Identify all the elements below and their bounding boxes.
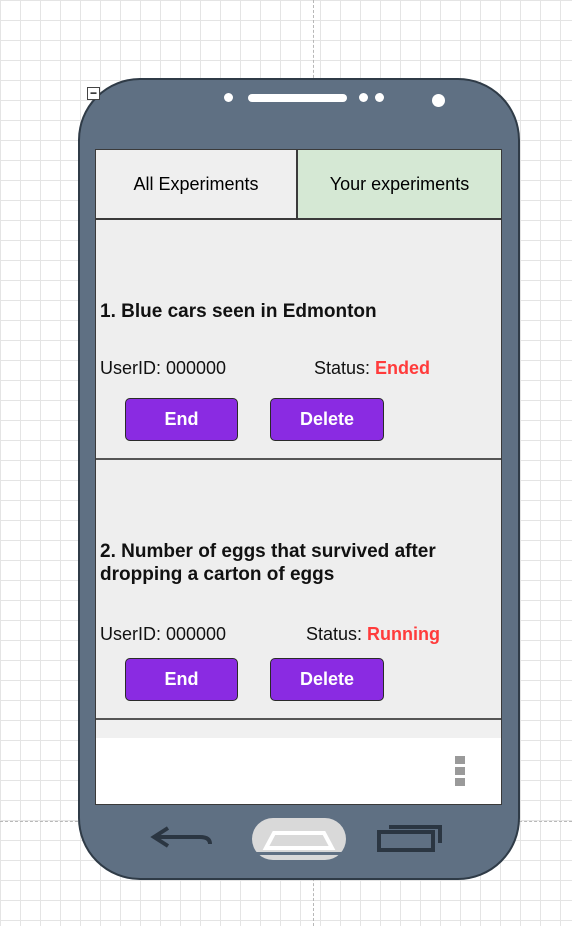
experiment-user-id: UserID: 000000 [100,358,227,378]
experiment-card: 2. Number of eggs that survived after dr… [96,460,501,720]
minus-icon[interactable]: − [87,87,100,100]
vertical-dots-icon[interactable] [455,756,465,790]
delete-button[interactable]: Delete [270,398,384,441]
experiment-status: Status: Running [306,624,440,645]
experiment-title: 2. Number of eggs that survived after dr… [100,541,436,585]
experiment-card: 1. Blue cars seen in Edmonton UserID: 00… [96,220,501,460]
bottom-action-bar [96,738,501,804]
experiment-status: Status: Ended [314,358,430,379]
experiment-user-id: UserID: 000000 [100,624,227,644]
status-label: Status: [306,624,363,644]
status-value: Ended [375,358,431,378]
home-icon [256,831,342,855]
experiment-title: 1. Blue cars seen in Edmonton [100,301,377,322]
sensor-dot-icon [359,93,368,102]
delete-button[interactable]: Delete [270,658,384,701]
status-label: Status: [314,358,371,378]
status-value: Running [367,624,441,644]
recent-apps-icon[interactable] [377,824,443,852]
home-button[interactable] [252,818,346,860]
back-arrow-icon[interactable] [150,826,212,848]
tab-all-experiments[interactable]: All Experiments [96,150,298,220]
sensor-dot-icon [224,93,233,102]
speaker-icon [248,94,347,102]
list-end-spacer [96,720,501,738]
tab-bar: All Experiments Your experiments [96,150,501,220]
end-button[interactable]: End [125,398,238,441]
phone-screen: All Experiments Your experiments 1. Blue… [95,149,502,805]
tab-your-experiments[interactable]: Your experiments [298,150,501,220]
sensor-dot-icon [375,93,384,102]
camera-icon [432,94,445,107]
end-button[interactable]: End [125,658,238,701]
